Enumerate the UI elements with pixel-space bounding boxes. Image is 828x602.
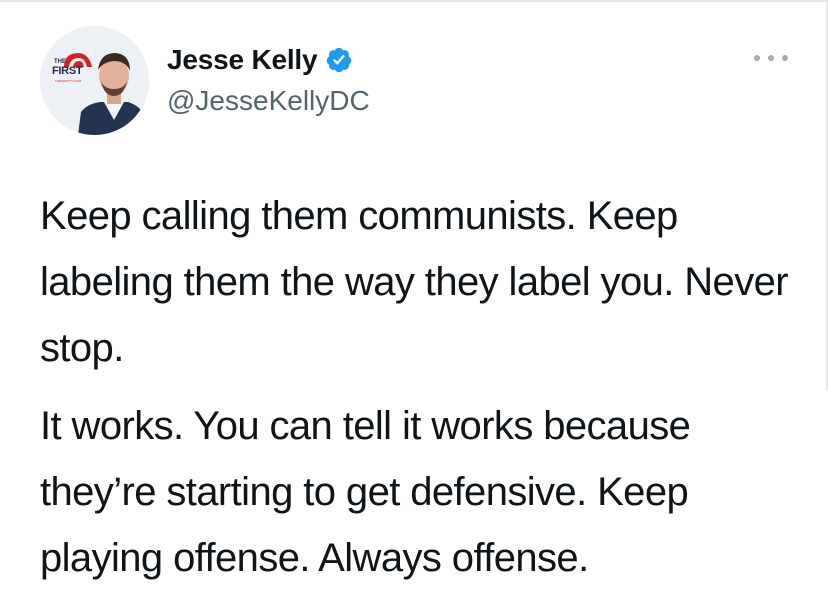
author-name-row: Jesse Kelly — [167, 42, 353, 78]
top-border — [0, 0, 828, 2]
tweet-paragraph-1: Keep calling them communists. Keep label… — [40, 194, 789, 370]
tweet-paragraph-2: It works. You can tell it works because … — [40, 404, 691, 580]
brand-name: FIRST — [52, 65, 83, 77]
verified-badge-icon — [327, 47, 352, 73]
more-dot-icon — [768, 55, 774, 61]
avatar[interactable]: THE FIRST THEFIRSTTV.COM — [40, 26, 149, 135]
tweet-text: Keep calling them communists. Keep label… — [40, 183, 800, 591]
author-handle[interactable]: @JesseKellyDC — [167, 84, 370, 118]
brand-url: THEFIRSTTV.COM — [55, 79, 82, 83]
more-options-button[interactable] — [754, 48, 788, 68]
brand-logo: THE FIRST THEFIRSTTV.COM — [46, 48, 96, 92]
more-dot-icon — [782, 55, 788, 61]
more-dot-icon — [754, 55, 760, 61]
display-name[interactable]: Jesse Kelly — [167, 42, 318, 78]
